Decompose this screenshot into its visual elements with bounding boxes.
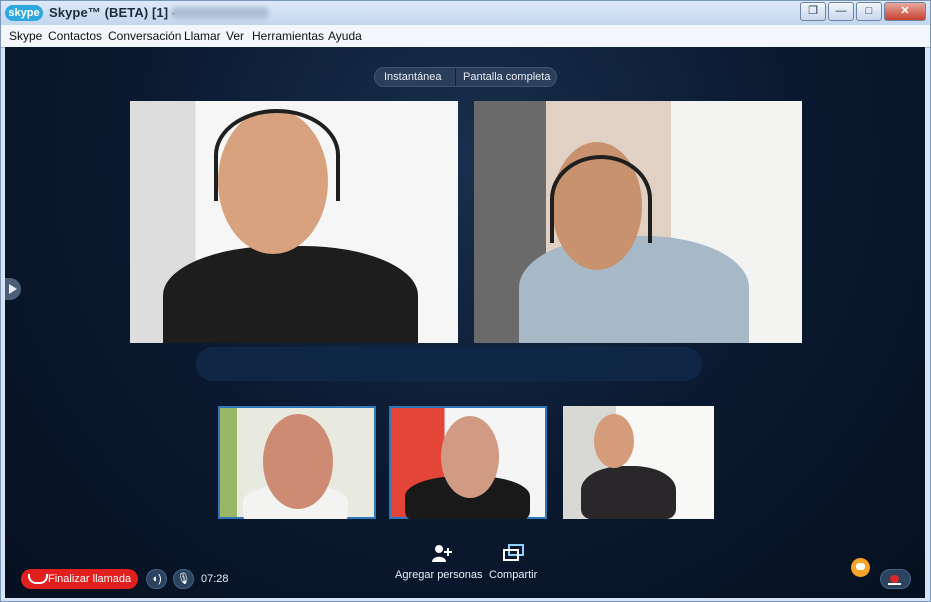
participant-video-2[interactable]: [474, 101, 802, 343]
minimize-icon[interactable]: —: [828, 2, 854, 21]
blurred-title-text: [171, 7, 269, 19]
participant-1-body: [163, 246, 418, 343]
share-screen-icon[interactable]: [503, 544, 524, 562]
restore-icon[interactable]: ❐: [800, 2, 826, 21]
show-sidebar-arrow-icon[interactable]: [5, 278, 21, 300]
maximize-icon[interactable]: □: [856, 2, 882, 21]
menu-ver[interactable]: Ver: [226, 29, 244, 43]
toggle-divider: [455, 68, 456, 86]
speaker-icon[interactable]: ◖): [146, 569, 167, 589]
participant-thumbnail-1[interactable]: [218, 406, 376, 519]
chat-icon[interactable]: [851, 558, 870, 577]
window-title: Skype™ (BETA) [1] -: [49, 5, 177, 20]
menu-conversacion[interactable]: Conversación: [108, 29, 181, 43]
close-icon[interactable]: ✕: [884, 2, 926, 21]
participant-2-body: [519, 236, 749, 343]
window-controls: ❐ — □ ✕: [800, 2, 926, 21]
end-call-label: Finalizar llamada: [48, 573, 132, 585]
menu-herramientas[interactable]: Herramientas: [252, 29, 324, 43]
menu-llamar[interactable]: Llamar: [184, 29, 221, 43]
snapshot-button[interactable]: Instantánea: [384, 71, 442, 83]
headset-icon: [214, 109, 340, 201]
menu-ayuda[interactable]: Ayuda: [328, 29, 362, 43]
fullscreen-button[interactable]: Pantalla completa: [463, 71, 550, 83]
menu-skype[interactable]: Skype: [9, 29, 42, 43]
title-bar: skype Skype™ (BETA) [1] - ❐ — □ ✕: [1, 1, 930, 25]
video-reflection: [196, 347, 702, 381]
skype-window: skype Skype™ (BETA) [1] - ❐ — □ ✕ Skype …: [0, 0, 931, 602]
skype-logo: skype: [5, 5, 43, 21]
participant-thumbnail-3[interactable]: [563, 406, 714, 519]
view-toggle: Instantánea Pantalla completa: [374, 67, 557, 87]
share-label[interactable]: Compartir: [489, 569, 537, 581]
mute-mic-icon[interactable]: 🎙: [173, 569, 194, 589]
participant-5-face: [594, 414, 634, 468]
call-actions: Agregar personas Compartir: [395, 544, 545, 588]
participant-thumbnail-2[interactable]: [389, 406, 547, 519]
headphones-icon: [550, 155, 652, 243]
add-people-label[interactable]: Agregar personas: [395, 569, 482, 581]
participant-video-1[interactable]: [130, 101, 458, 343]
menu-contactos[interactable]: Contactos: [48, 29, 102, 43]
menu-bar: Skype Contactos Conversación Llamar Ver …: [1, 25, 930, 48]
participant-4-face: [441, 416, 499, 498]
add-person-icon[interactable]: [432, 544, 452, 562]
participant-5-body: [581, 466, 676, 519]
report-problem-icon[interactable]: [880, 569, 911, 589]
phone-icon: [28, 574, 48, 584]
call-duration: 07:28: [201, 573, 229, 585]
group-call-stage: Instantánea Pantalla completa Agregar pe…: [5, 47, 925, 598]
participant-3-face: [263, 414, 333, 509]
end-call-button[interactable]: Finalizar llamada: [21, 569, 138, 589]
